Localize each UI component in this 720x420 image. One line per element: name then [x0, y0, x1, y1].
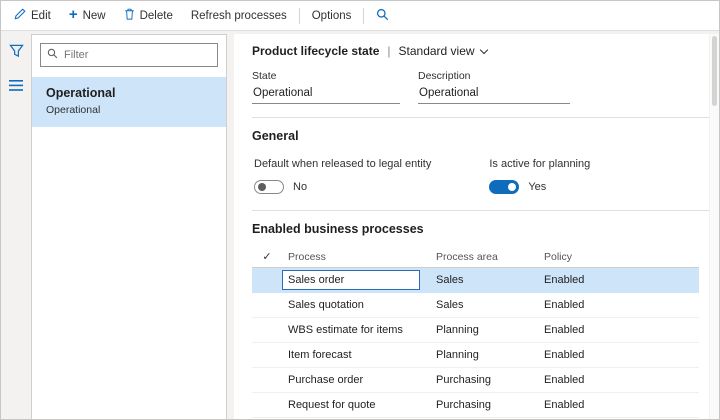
- general-toggles: Default when released to legal entity No…: [252, 143, 709, 200]
- grid-header-row: ✓ Process Process area Policy: [252, 246, 699, 268]
- table-row[interactable]: Purchase order Purchasing Enabled: [252, 368, 699, 393]
- process-area-cell: Sales: [430, 274, 538, 286]
- filter-icon: [9, 44, 24, 63]
- grid-body: Sales order Sales Enabled Sales quotatio…: [252, 268, 699, 420]
- view-selector-label: Standard view: [399, 44, 475, 58]
- page-body: Operational Operational Product lifecycl…: [1, 31, 719, 420]
- edit-icon: [14, 8, 26, 23]
- state-field-label: State: [252, 70, 400, 82]
- description-field-group: Description Operational: [418, 70, 570, 104]
- process-area-cell: Purchasing: [430, 374, 538, 386]
- view-selector[interactable]: Standard view: [399, 44, 487, 58]
- process-cell[interactable]: Item forecast: [282, 349, 430, 361]
- toolbar-divider: [363, 8, 364, 24]
- policy-cell: Enabled: [538, 274, 699, 286]
- default-legal-entity-value: No: [293, 181, 307, 193]
- toggle-knob: [258, 183, 266, 191]
- record-list-panel: Operational Operational: [31, 34, 227, 420]
- policy-cell: Enabled: [538, 299, 699, 311]
- list-pane-button[interactable]: [5, 77, 27, 97]
- toggle-knob: [508, 183, 516, 191]
- edit-button[interactable]: Edit: [5, 1, 60, 30]
- process-area-cell: Purchasing: [430, 399, 538, 411]
- policy-cell: Enabled: [538, 349, 699, 361]
- options-button[interactable]: Options: [303, 1, 361, 30]
- process-area-cell: Sales: [430, 299, 538, 311]
- process-area-cell: Planning: [430, 324, 538, 336]
- column-header-policy[interactable]: Policy: [538, 251, 699, 263]
- filter-pane-button[interactable]: [5, 43, 27, 63]
- default-legal-entity-group: Default when released to legal entity No: [254, 158, 431, 194]
- column-header-process[interactable]: Process: [282, 251, 430, 263]
- default-legal-entity-label: Default when released to legal entity: [254, 158, 431, 170]
- filter-input[interactable]: [64, 49, 211, 61]
- processes-section-header[interactable]: Enabled business processes: [252, 222, 709, 236]
- processes-section: Enabled business processes ✓ Process Pro…: [252, 210, 709, 420]
- policy-cell: Enabled: [538, 324, 699, 336]
- toolbar-divider: [299, 8, 300, 24]
- header-fields: State Operational Description Operationa…: [252, 70, 709, 117]
- general-section-header[interactable]: General: [252, 129, 709, 143]
- table-row[interactable]: WBS estimate for items Planning Enabled: [252, 318, 699, 343]
- active-for-planning-value: Yes: [528, 181, 546, 193]
- scrollbar-thumb[interactable]: [712, 36, 717, 106]
- refresh-processes-button[interactable]: Refresh processes: [182, 1, 296, 30]
- table-row[interactable]: Item forecast Planning Enabled: [252, 343, 699, 368]
- table-row[interactable]: Sales quotation Sales Enabled: [252, 293, 699, 318]
- delete-label: Delete: [140, 10, 173, 22]
- state-field[interactable]: Operational: [252, 86, 400, 104]
- process-cell[interactable]: Sales quotation: [282, 299, 430, 311]
- left-icon-strip: [1, 34, 31, 420]
- list-item-subtitle: Operational: [46, 104, 216, 116]
- new-label: New: [83, 10, 106, 22]
- delete-button[interactable]: Delete: [115, 1, 182, 30]
- processes-grid: ✓ Process Process area Policy Sales orde…: [252, 246, 699, 420]
- options-label: Options: [312, 10, 352, 22]
- refresh-processes-label: Refresh processes: [191, 10, 287, 22]
- policy-cell: Enabled: [538, 399, 699, 411]
- app-window: Edit + New Delete Refresh processes Opti…: [0, 0, 720, 420]
- filter-search-icon: [47, 46, 58, 64]
- add-icon: +: [69, 7, 78, 22]
- active-for-planning-group: Is active for planning Yes: [489, 158, 590, 194]
- column-header-process-area[interactable]: Process area: [430, 251, 538, 263]
- process-area-cell: Planning: [430, 349, 538, 361]
- filter-box: [40, 43, 218, 67]
- active-for-planning-label: Is active for planning: [489, 158, 590, 170]
- search-icon: [376, 8, 389, 24]
- table-row[interactable]: Request for quote Purchasing Enabled: [252, 393, 699, 418]
- check-icon: ✓: [252, 250, 282, 263]
- process-cell[interactable]: WBS estimate for items: [282, 324, 430, 336]
- page-title: Product lifecycle state: [252, 44, 379, 58]
- process-cell[interactable]: Purchase order: [282, 374, 430, 386]
- action-bar: Edit + New Delete Refresh processes Opti…: [1, 1, 719, 31]
- policy-cell: Enabled: [538, 374, 699, 386]
- process-cell[interactable]: Sales order: [282, 270, 420, 290]
- edit-label: Edit: [31, 10, 51, 22]
- description-field-label: Description: [418, 70, 570, 82]
- default-legal-entity-toggle[interactable]: [254, 180, 284, 194]
- delete-icon: [124, 8, 135, 23]
- header-divider: |: [387, 44, 390, 58]
- menu-icon: [9, 78, 23, 96]
- new-button[interactable]: + New: [60, 1, 115, 30]
- description-field[interactable]: Operational: [418, 86, 570, 104]
- general-section: General Default when released to legal e…: [252, 117, 709, 210]
- chevron-down-icon: [479, 45, 487, 53]
- form-header: Product lifecycle state | Standard view: [252, 42, 709, 70]
- list-item-title: Operational: [46, 86, 216, 100]
- vertical-scrollbar[interactable]: [710, 34, 719, 419]
- list-item-operational[interactable]: Operational Operational: [32, 77, 226, 127]
- active-for-planning-toggle[interactable]: [489, 180, 519, 194]
- state-field-group: State Operational: [252, 70, 400, 104]
- main-form: Product lifecycle state | Standard view …: [234, 34, 709, 420]
- process-cell[interactable]: Request for quote: [282, 399, 430, 411]
- search-button[interactable]: [367, 1, 398, 30]
- table-row[interactable]: Sales order Sales Enabled: [252, 268, 699, 293]
